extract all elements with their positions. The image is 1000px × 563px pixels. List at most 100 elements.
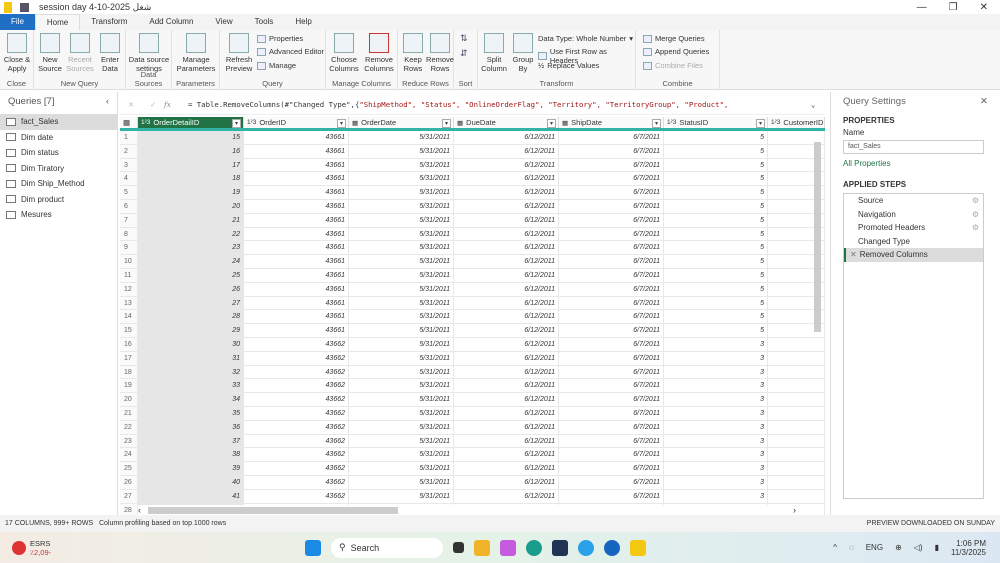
volume-icon[interactable]: ◁) xyxy=(914,543,923,552)
store-icon[interactable] xyxy=(552,540,568,556)
minimize-button[interactable]: — xyxy=(917,2,927,13)
applied-step[interactable]: Promoted Headers⚙ xyxy=(844,221,983,235)
search-box[interactable]: ⚲Search xyxy=(331,538,443,558)
stock-widget[interactable]: ESRS٪2,09- xyxy=(0,539,300,557)
filter-dropdown-icon[interactable]: ▾ xyxy=(547,119,556,128)
tab-help[interactable]: Help xyxy=(284,14,322,30)
save-icon[interactable] xyxy=(20,3,29,12)
row-number[interactable]: 10 xyxy=(120,255,138,268)
close-button[interactable]: ✕ xyxy=(980,2,988,13)
advanced-editor-button[interactable]: Advanced Editor xyxy=(257,47,324,56)
row-number[interactable]: 14 xyxy=(120,310,138,323)
query-item[interactable]: Dim Tiratory xyxy=(0,161,117,177)
applied-step[interactable]: Changed Type xyxy=(844,235,983,249)
group-by-button[interactable]: Group By xyxy=(510,33,536,73)
edge-icon[interactable] xyxy=(526,540,542,556)
power-bi-icon[interactable] xyxy=(630,540,646,556)
chevron-up-icon[interactable]: ^ xyxy=(833,543,837,552)
row-number[interactable]: 28 xyxy=(120,504,138,515)
all-properties-link[interactable]: All Properties xyxy=(831,154,1000,173)
row-number[interactable]: 15 xyxy=(120,324,138,337)
row-number[interactable]: 20 xyxy=(120,393,138,406)
check-icon[interactable]: ✓ xyxy=(142,100,164,109)
applied-step[interactable]: Source⚙ xyxy=(844,194,983,208)
applied-step[interactable]: ✕Removed Columns xyxy=(844,248,983,262)
query-item[interactable]: Dim status xyxy=(0,145,117,161)
filter-dropdown-icon[interactable]: ▾ xyxy=(652,119,661,128)
combine-files-button[interactable]: Combine Files xyxy=(643,61,703,70)
recent-sources-button[interactable]: Recent Sources xyxy=(65,33,95,73)
language-indicator[interactable]: ENG xyxy=(866,543,883,552)
column-header[interactable]: 1²3OrderDetailID▾ xyxy=(138,117,244,128)
tab-view[interactable]: View xyxy=(204,14,243,30)
windows-start-icon[interactable] xyxy=(305,540,321,556)
help-icon[interactable] xyxy=(578,540,594,556)
properties-button[interactable]: Properties xyxy=(257,34,303,43)
remove-columns-button[interactable]: Remove Columns xyxy=(362,33,396,73)
split-column-button[interactable]: Split Column xyxy=(480,33,508,73)
hp-icon[interactable] xyxy=(604,540,620,556)
remove-rows-button[interactable]: Remove Rows xyxy=(426,33,454,73)
file-explorer-icon[interactable] xyxy=(474,540,490,556)
scroll-left-icon[interactable]: ‹ xyxy=(138,505,141,515)
network-icon[interactable]: ⊕ xyxy=(895,543,902,552)
row-number[interactable]: 3 xyxy=(120,159,138,172)
row-number[interactable]: 9 xyxy=(120,241,138,254)
row-number[interactable]: 25 xyxy=(120,462,138,475)
column-header[interactable]: 1²3StatusID▾ xyxy=(664,117,768,128)
manage-parameters-button[interactable]: Manage Parameters xyxy=(174,33,218,73)
row-number[interactable]: 2 xyxy=(120,145,138,158)
enter-data-button[interactable]: Enter Data xyxy=(97,33,123,73)
row-number[interactable]: 7 xyxy=(120,214,138,227)
tab-add-column[interactable]: Add Column xyxy=(138,14,204,30)
row-number[interactable]: 4 xyxy=(120,172,138,185)
row-number[interactable]: 16 xyxy=(120,338,138,351)
copilot-icon[interactable] xyxy=(500,540,516,556)
row-number[interactable]: 27 xyxy=(120,490,138,503)
battery-icon[interactable]: ▮ xyxy=(935,543,939,552)
row-number[interactable]: 1 xyxy=(120,131,138,144)
horizontal-scrollbar[interactable]: ‹ › xyxy=(138,505,818,515)
append-queries-button[interactable]: Append Queries xyxy=(643,47,709,56)
filter-dropdown-icon[interactable]: ▾ xyxy=(337,119,346,128)
tab-home[interactable]: Home xyxy=(35,14,80,30)
gear-icon[interactable]: ⚙ xyxy=(972,223,979,232)
clock[interactable]: 1:06 PM11/3/2025 xyxy=(951,539,986,557)
row-number[interactable]: 21 xyxy=(120,407,138,420)
close-apply-button[interactable]: Close & Apply xyxy=(2,33,32,73)
row-number[interactable]: 24 xyxy=(120,448,138,461)
column-header[interactable]: 1²3CustomerID xyxy=(768,117,825,128)
applied-step[interactable]: Navigation⚙ xyxy=(844,208,983,222)
collapse-icon[interactable]: ‹ xyxy=(106,96,109,110)
row-number[interactable]: 22 xyxy=(120,421,138,434)
row-number[interactable]: 19 xyxy=(120,379,138,392)
query-item[interactable]: Dim date xyxy=(0,130,117,146)
new-source-button[interactable]: New Source xyxy=(36,33,64,73)
row-number[interactable]: 13 xyxy=(120,297,138,310)
query-item[interactable]: Dim product xyxy=(0,192,117,208)
sort-ascending-icon[interactable]: ⇅ xyxy=(460,33,468,44)
close-settings-icon[interactable]: ✕ xyxy=(980,96,988,107)
choose-columns-button[interactable]: Choose Columns xyxy=(328,33,360,73)
tab-transform[interactable]: Transform xyxy=(80,14,138,30)
filter-dropdown-icon[interactable]: ▾ xyxy=(756,119,765,128)
query-item[interactable]: Mesures xyxy=(0,207,117,223)
row-number[interactable]: 17 xyxy=(120,352,138,365)
query-item[interactable]: Dim Ship_Method xyxy=(0,176,117,192)
tab-tools[interactable]: Tools xyxy=(244,14,285,30)
row-number[interactable]: 23 xyxy=(120,435,138,448)
row-number[interactable]: 12 xyxy=(120,283,138,296)
row-number[interactable]: 18 xyxy=(120,366,138,379)
sort-descending-icon[interactable]: ⇵ xyxy=(460,48,468,59)
delete-step-icon[interactable]: ✕ xyxy=(850,250,857,259)
manage-button[interactable]: Manage xyxy=(257,61,296,70)
column-header[interactable]: ▦OrderDate▾ xyxy=(349,117,454,128)
row-number[interactable]: 26 xyxy=(120,476,138,489)
refresh-preview-button[interactable]: Refresh Preview xyxy=(222,33,256,73)
filter-dropdown-icon[interactable]: ▾ xyxy=(442,119,451,128)
cancel-icon[interactable]: ✕ xyxy=(120,100,142,109)
name-input[interactable]: fact_Sales xyxy=(843,140,984,154)
data-type-dropdown[interactable]: Data Type: Whole Number▾ xyxy=(538,34,633,43)
replace-values-button[interactable]: ½Replace Values xyxy=(538,61,599,70)
column-header[interactable]: ▦ShipDate▾ xyxy=(559,117,664,128)
